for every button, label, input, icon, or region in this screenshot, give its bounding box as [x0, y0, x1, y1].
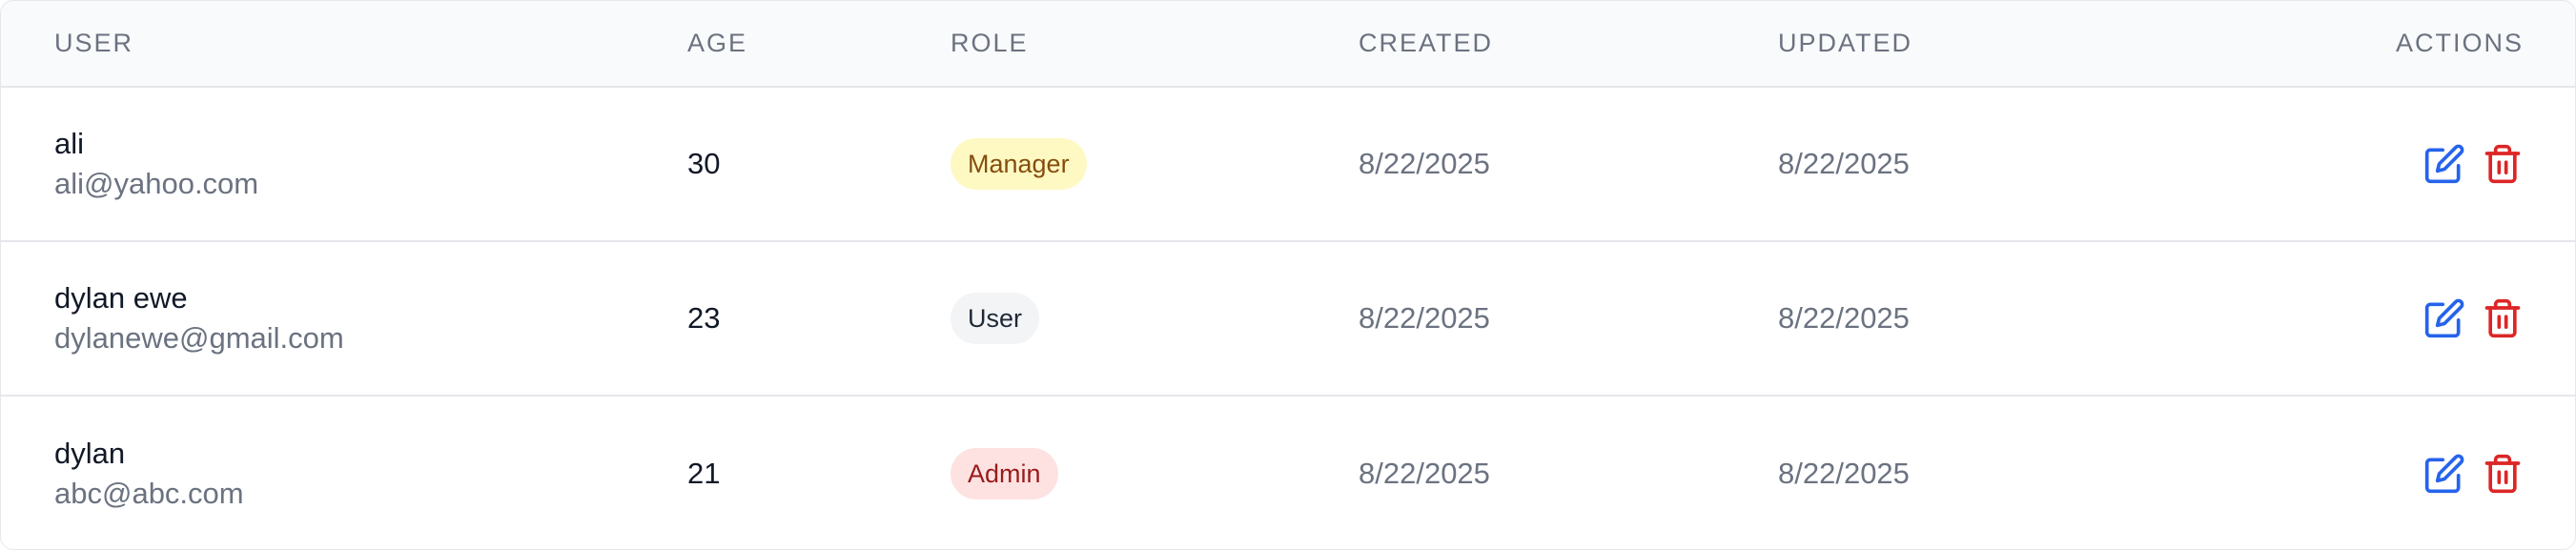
column-header-created: CREATED: [1359, 29, 1494, 57]
user-email: ali@yahoo.com: [54, 167, 259, 200]
column-header-user: USER: [54, 29, 134, 57]
delete-button[interactable]: [2482, 297, 2524, 339]
role-cell: User: [951, 241, 1359, 396]
created-cell: 8/22/2025: [1359, 147, 1490, 180]
user-email: abc@abc.com: [54, 476, 244, 510]
delete-button[interactable]: [2482, 143, 2524, 185]
actions-cell: [2255, 241, 2575, 396]
user-email: dylanewe@gmail.com: [54, 321, 344, 355]
role-cell: Manager: [951, 87, 1359, 241]
actions-cell: [2255, 87, 2575, 241]
user-cell: dylan abc@abc.com: [1, 396, 687, 549]
user-name: dylan: [54, 436, 126, 470]
table-row: dylan abc@abc.com 21 Admin 8/22/2025 8/2…: [1, 396, 2575, 549]
trash-icon: [2484, 144, 2521, 184]
updated-cell: 8/22/2025: [1778, 456, 1910, 490]
users-table: USER AGE ROLE CREATED UPDATED ACTIONS al…: [1, 1, 2575, 549]
role-badge: User: [951, 293, 1040, 344]
created-cell: 8/22/2025: [1359, 301, 1490, 335]
edit-icon: [2424, 298, 2464, 338]
users-table-card: USER AGE ROLE CREATED UPDATED ACTIONS al…: [0, 0, 2576, 550]
table-header: USER AGE ROLE CREATED UPDATED ACTIONS: [1, 1, 2575, 87]
role-cell: Admin: [951, 396, 1359, 549]
user-cell: ali ali@yahoo.com: [1, 87, 687, 241]
edit-icon: [2424, 144, 2464, 184]
edit-button[interactable]: [2423, 297, 2465, 339]
column-header-updated: UPDATED: [1778, 29, 1913, 57]
delete-button[interactable]: [2482, 453, 2524, 495]
role-badge: Manager: [951, 138, 1087, 190]
actions-cell: [2255, 396, 2575, 549]
trash-icon: [2484, 454, 2521, 493]
created-cell: 8/22/2025: [1359, 456, 1490, 490]
edit-icon: [2424, 454, 2464, 493]
user-name: dylan ewe: [54, 281, 188, 315]
table-row: ali ali@yahoo.com 30 Manager 8/22/2025 8…: [1, 87, 2575, 241]
updated-cell: 8/22/2025: [1778, 301, 1910, 335]
table-header-row: USER AGE ROLE CREATED UPDATED ACTIONS: [1, 1, 2575, 87]
age-cell: 21: [687, 456, 721, 490]
table-body: ali ali@yahoo.com 30 Manager 8/22/2025 8…: [1, 87, 2575, 549]
user-name: ali: [54, 127, 85, 160]
column-header-actions: ACTIONS: [2395, 29, 2524, 57]
age-cell: 30: [687, 147, 721, 180]
trash-icon: [2484, 298, 2521, 338]
age-cell: 23: [687, 301, 721, 335]
role-badge: Admin: [951, 447, 1058, 499]
column-header-age: AGE: [687, 29, 748, 57]
column-header-role: ROLE: [951, 29, 1029, 57]
user-cell: dylan ewe dylanewe@gmail.com: [1, 241, 687, 396]
updated-cell: 8/22/2025: [1778, 147, 1910, 180]
edit-button[interactable]: [2423, 453, 2465, 495]
edit-button[interactable]: [2423, 143, 2465, 185]
table-row: dylan ewe dylanewe@gmail.com 23 User 8/2…: [1, 241, 2575, 396]
